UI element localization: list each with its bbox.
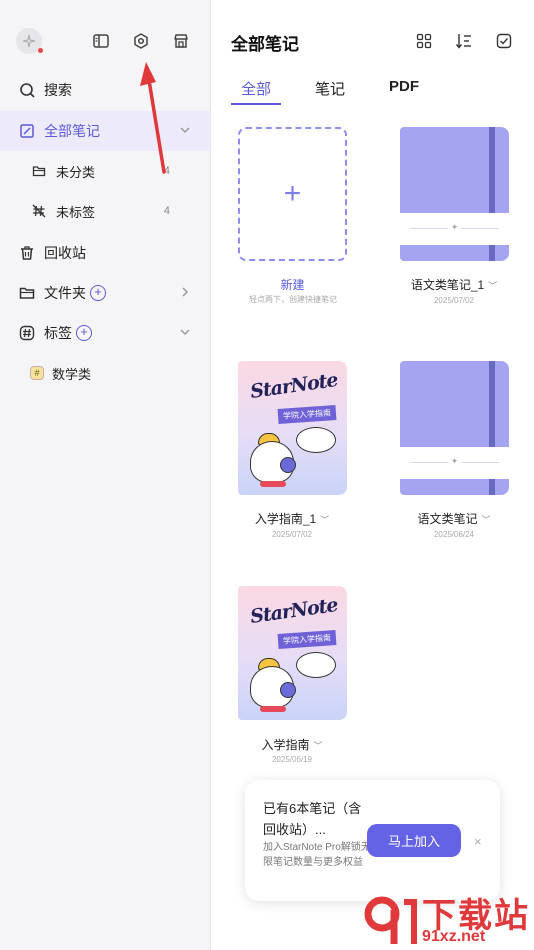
upgrade-promo-card: 已有6本笔记（含回收站）... 加入StarNote Pro解锁无限笔记数量与更… [245,780,500,901]
sidebar-item-tag-math[interactable]: # 数学类 [0,353,210,393]
sidebar-item-untagged[interactable]: 未标签 4 [0,191,210,231]
trash-icon [18,244,36,262]
watermark: 下载站 91xz.net [360,888,534,950]
chevron-down-icon[interactable]: ﹀ [482,513,491,526]
sidebar-item-trash[interactable]: 回收站 [0,233,210,273]
chevron-down-icon[interactable] [178,123,192,137]
sidebar-item-search[interactable]: 搜索 [0,70,210,110]
chevron-down-icon[interactable]: ﹀ [320,513,329,526]
sidebar-item-label: 回收站 [44,245,86,261]
notebook-date: 2025/07/02 [433,296,475,305]
join-now-button[interactable]: 马上加入 [367,824,461,857]
new-note-label: 新建 [280,278,305,292]
tag-icon [18,324,36,342]
notebook-cover[interactable]: StarNote 学院入学指南 [238,586,347,720]
chevron-down-icon[interactable]: ﹀ [488,279,497,292]
tab-bar: 全部 笔记 PDF [231,76,453,105]
new-note-hint: 轻点两下，创建快捷笔记 [249,295,337,304]
notebook-title[interactable]: 入学指南 ﹀ [222,736,362,753]
chevron-down-icon[interactable]: ﹀ [314,739,323,752]
notebook-date: 2025/06/19 [271,755,313,764]
sidebar-item-label: 全部笔记 [44,123,100,139]
sidebar-item-label: 文件夹 [44,285,86,301]
chevron-right-icon[interactable] [178,285,192,299]
close-icon[interactable]: × [474,834,482,849]
folder-icon [30,162,48,180]
page-title: 全部笔记 [231,35,299,54]
sparkle-icon [22,34,36,48]
tab-pdf[interactable]: PDF [379,76,429,105]
folder-icon [18,284,36,302]
sidebar-item-label: 未标签 [56,204,96,220]
sidebar-item-label: 数学类 [52,366,92,382]
grid-view-icon[interactable] [414,31,434,51]
starnote-logo: StarNote [248,594,339,628]
item-count: 4 [163,165,170,177]
starnote-logo: StarNote [248,369,339,403]
new-note-button[interactable]: + [238,127,347,261]
notebook-cover[interactable]: ✦ [400,361,509,495]
untagged-icon [30,202,48,220]
promo-description: 加入StarNote Pro解锁无限笔记数量与更多权益 [263,842,371,868]
sidebar-item-label: 未分类 [56,164,96,180]
sidebar-item-all-notes[interactable]: 全部笔记 [0,111,210,151]
add-folder-icon[interactable]: + [90,285,106,301]
note-icon [18,122,36,140]
sidebar-item-folders[interactable]: 文件夹 + [0,273,210,313]
sidebar-item-label: 标签 [44,325,72,341]
notification-dot [38,48,43,53]
cover-ribbon: 学院入学指南 [277,629,337,650]
notebook-cover[interactable]: StarNote 学院入学指南 [238,361,347,495]
select-icon[interactable] [494,31,514,51]
notebook-title[interactable]: 语文类笔记 ﹀ [384,510,524,527]
tab-all[interactable]: 全部 [231,76,282,105]
notebook-cover[interactable]: ✦ [400,127,509,261]
search-icon [18,81,36,99]
sidebar-item-tags[interactable]: 标签 + [0,313,210,353]
tag-badge-icon: # [30,366,44,380]
sidebar-toolbar [16,28,194,56]
notebook-title[interactable]: 入学指南_1 ﹀ [222,510,362,527]
sort-icon[interactable] [454,31,474,51]
notebook-title[interactable]: 语文类笔记_1 ﹀ [384,276,524,293]
sidebar-item-uncategorized[interactable]: 未分类 4 [0,151,210,191]
notebook-date: 2025/06/24 [433,530,475,539]
sidebar-item-label: 搜索 [44,82,72,98]
settings-icon[interactable] [130,30,152,52]
store-icon[interactable] [170,30,192,52]
tab-notes[interactable]: 笔记 [305,76,355,105]
cover-ribbon: 学院入学指南 [277,404,337,425]
item-count: 4 [163,205,170,217]
chevron-down-icon[interactable] [178,325,192,339]
sidebar: 搜索 全部笔记 未分类 4 未标签 4 回收站 文件夹 + 标签 + # 数学类 [0,0,211,950]
watermark-url: 91xz.net [422,928,486,945]
notebook-date: 2025/07/02 [271,530,313,539]
watermark-logo-icon [364,896,417,944]
sidebar-toggle-icon[interactable] [90,30,112,52]
add-tag-icon[interactable]: + [76,325,92,341]
promo-title: 已有6本笔记（含回收站）... [263,801,362,837]
